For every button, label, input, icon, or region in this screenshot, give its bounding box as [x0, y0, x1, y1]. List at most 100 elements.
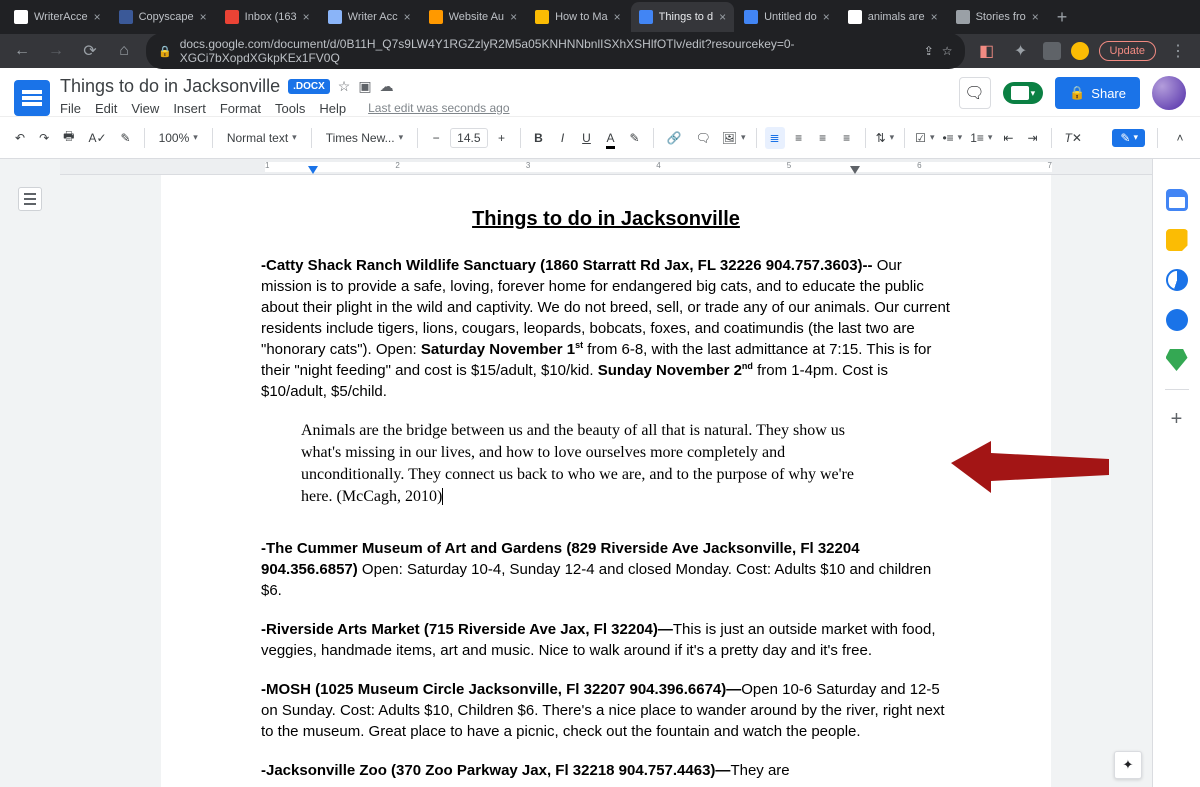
ruler[interactable]: 1234567	[60, 159, 1152, 175]
menu-format[interactable]: Format	[220, 101, 261, 116]
style-select[interactable]: Normal text	[221, 128, 303, 148]
spellcheck-button[interactable]: A✓	[83, 127, 111, 149]
align-justify-button[interactable]: ≡	[837, 127, 857, 149]
highlight-button[interactable]: ✎	[625, 127, 645, 149]
menu-view[interactable]: View	[131, 101, 159, 116]
editing-mode-button[interactable]: ✎ ▾	[1112, 129, 1145, 147]
close-icon[interactable]: ×	[931, 10, 938, 24]
paragraph[interactable]: -Catty Shack Ranch Wildlife Sanctuary (1…	[261, 255, 951, 402]
extensions-puzzle-icon[interactable]: ✦	[1009, 41, 1033, 61]
font-select[interactable]: Times New...	[320, 128, 409, 148]
numbered-list-button[interactable]: 1≡	[968, 128, 994, 148]
star-icon[interactable]: ☆	[942, 44, 953, 58]
browser-tab[interactable]: Stories fro×	[948, 2, 1047, 32]
menu-tools[interactable]: Tools	[275, 101, 305, 116]
collapse-toolbar-button[interactable]: ˄	[1170, 127, 1190, 149]
browser-tab[interactable]: WriterAcce×	[6, 2, 109, 32]
docs-logo-icon[interactable]	[14, 80, 50, 116]
paragraph[interactable]: -Jacksonville Zoo (370 Zoo Parkway Jax, …	[261, 760, 951, 781]
star-icon[interactable]: ☆	[338, 78, 351, 95]
indent-decrease-button[interactable]: ⇤	[998, 127, 1018, 149]
browser-tab[interactable]: Things to d×	[631, 2, 734, 32]
close-icon[interactable]: ×	[510, 10, 517, 24]
browser-tab[interactable]: Untitled do×	[736, 2, 838, 32]
menu-help[interactable]: Help	[319, 101, 346, 116]
text-color-button[interactable]: A	[601, 127, 621, 149]
insert-link-button[interactable]: 🔗	[662, 127, 687, 149]
close-icon[interactable]: ×	[719, 10, 726, 24]
document-canvas[interactable]: Things to do in Jacksonville -Catty Shac…	[60, 175, 1152, 787]
undo-button[interactable]: ↶	[10, 127, 30, 149]
omnibox[interactable]: 🔒 docs.google.com/document/d/0B11H_Q7s9L…	[146, 33, 965, 69]
tasks-icon[interactable]	[1166, 269, 1188, 291]
close-icon[interactable]: ×	[94, 10, 101, 24]
extension-icon[interactable]	[1071, 42, 1089, 60]
close-icon[interactable]: ×	[614, 10, 621, 24]
contacts-icon[interactable]	[1166, 309, 1188, 331]
update-button[interactable]: Update	[1099, 41, 1156, 61]
font-size-input[interactable]: 14.5	[450, 128, 487, 148]
close-icon[interactable]: ×	[823, 10, 830, 24]
document-title[interactable]: Things to do in Jacksonville	[60, 76, 280, 97]
align-left-button[interactable]: ≣	[765, 127, 785, 149]
menu-file[interactable]: File	[60, 101, 81, 116]
explore-button[interactable]: ✦	[1114, 751, 1142, 779]
browser-tab[interactable]: Website Au×	[421, 2, 525, 32]
share-button[interactable]: 🔒 Share	[1055, 77, 1140, 109]
comment-history-button[interactable]: 🗨	[959, 77, 991, 109]
add-comment-button[interactable]: 🗨	[691, 127, 716, 149]
account-avatar[interactable]	[1152, 76, 1186, 110]
keep-icon[interactable]	[1166, 229, 1188, 251]
calendar-icon[interactable]	[1166, 189, 1188, 211]
print-button[interactable]: 🖶	[58, 123, 79, 152]
paragraph[interactable]: -The Cummer Museum of Art and Gardens (8…	[261, 538, 951, 601]
clear-formatting-button[interactable]: T✕	[1060, 127, 1087, 149]
paragraph[interactable]: -MOSH (1025 Museum Circle Jacksonville, …	[261, 679, 951, 742]
close-icon[interactable]: ×	[404, 10, 411, 24]
insert-image-button[interactable]: 🖼	[720, 128, 748, 148]
add-on-plus-icon[interactable]: +	[1171, 408, 1183, 431]
back-button[interactable]: ←	[10, 42, 34, 60]
outline-button[interactable]	[18, 187, 42, 211]
bold-button[interactable]: B	[529, 127, 549, 149]
new-tab-button[interactable]: +	[1049, 7, 1076, 28]
extension-icon[interactable]: ◧	[975, 41, 999, 61]
browser-tab[interactable]: Copyscape×	[111, 2, 215, 32]
menu-edit[interactable]: Edit	[95, 101, 117, 116]
zoom-select[interactable]: 100%	[153, 128, 204, 148]
browser-tab[interactable]: Inbox (163×	[217, 2, 318, 32]
font-size-decrease[interactable]: −	[426, 127, 446, 149]
menu-icon[interactable]: ⋮	[1166, 41, 1190, 61]
block-quote[interactable]: Animals are the bridge between us and th…	[301, 420, 861, 508]
checklist-button[interactable]: ☑	[913, 128, 936, 148]
maps-icon[interactable]	[1166, 349, 1188, 371]
italic-button[interactable]: I	[553, 127, 573, 149]
align-right-button[interactable]: ≡	[813, 127, 833, 149]
forward-button[interactable]: →	[44, 42, 68, 60]
underline-button[interactable]: U	[577, 127, 597, 149]
meet-button[interactable]: ▾	[1003, 82, 1044, 104]
align-center-button[interactable]: ≡	[789, 127, 809, 149]
redo-button[interactable]: ↷	[34, 127, 54, 149]
close-icon[interactable]: ×	[200, 10, 207, 24]
last-edit-link[interactable]: Last edit was seconds ago	[368, 101, 509, 116]
extension-icon[interactable]	[1043, 42, 1061, 60]
share-url-icon[interactable]: ⇪	[924, 44, 934, 58]
indent-increase-button[interactable]: ⇥	[1022, 127, 1042, 149]
browser-tab[interactable]: How to Ma×	[527, 2, 629, 32]
line-spacing-button[interactable]: ⇅	[874, 128, 897, 148]
browser-tab[interactable]: Writer Acc×	[320, 2, 419, 32]
home-button[interactable]: ⌂	[112, 42, 136, 60]
reload-button[interactable]: ⟳	[78, 41, 102, 61]
menu-insert[interactable]: Insert	[173, 101, 206, 116]
paint-format-button[interactable]: ✎	[116, 127, 136, 149]
font-size-increase[interactable]: +	[492, 127, 512, 149]
browser-tab[interactable]: animals are×	[840, 2, 946, 32]
document-heading[interactable]: Things to do in Jacksonville	[261, 205, 951, 233]
close-icon[interactable]: ×	[303, 10, 310, 24]
move-icon[interactable]: ▣	[358, 78, 371, 95]
cloud-status-icon[interactable]: ☁	[380, 78, 394, 95]
bulleted-list-button[interactable]: •≡	[940, 128, 964, 148]
paragraph[interactable]: -Riverside Arts Market (715 Riverside Av…	[261, 619, 951, 661]
close-icon[interactable]: ×	[1032, 10, 1039, 24]
